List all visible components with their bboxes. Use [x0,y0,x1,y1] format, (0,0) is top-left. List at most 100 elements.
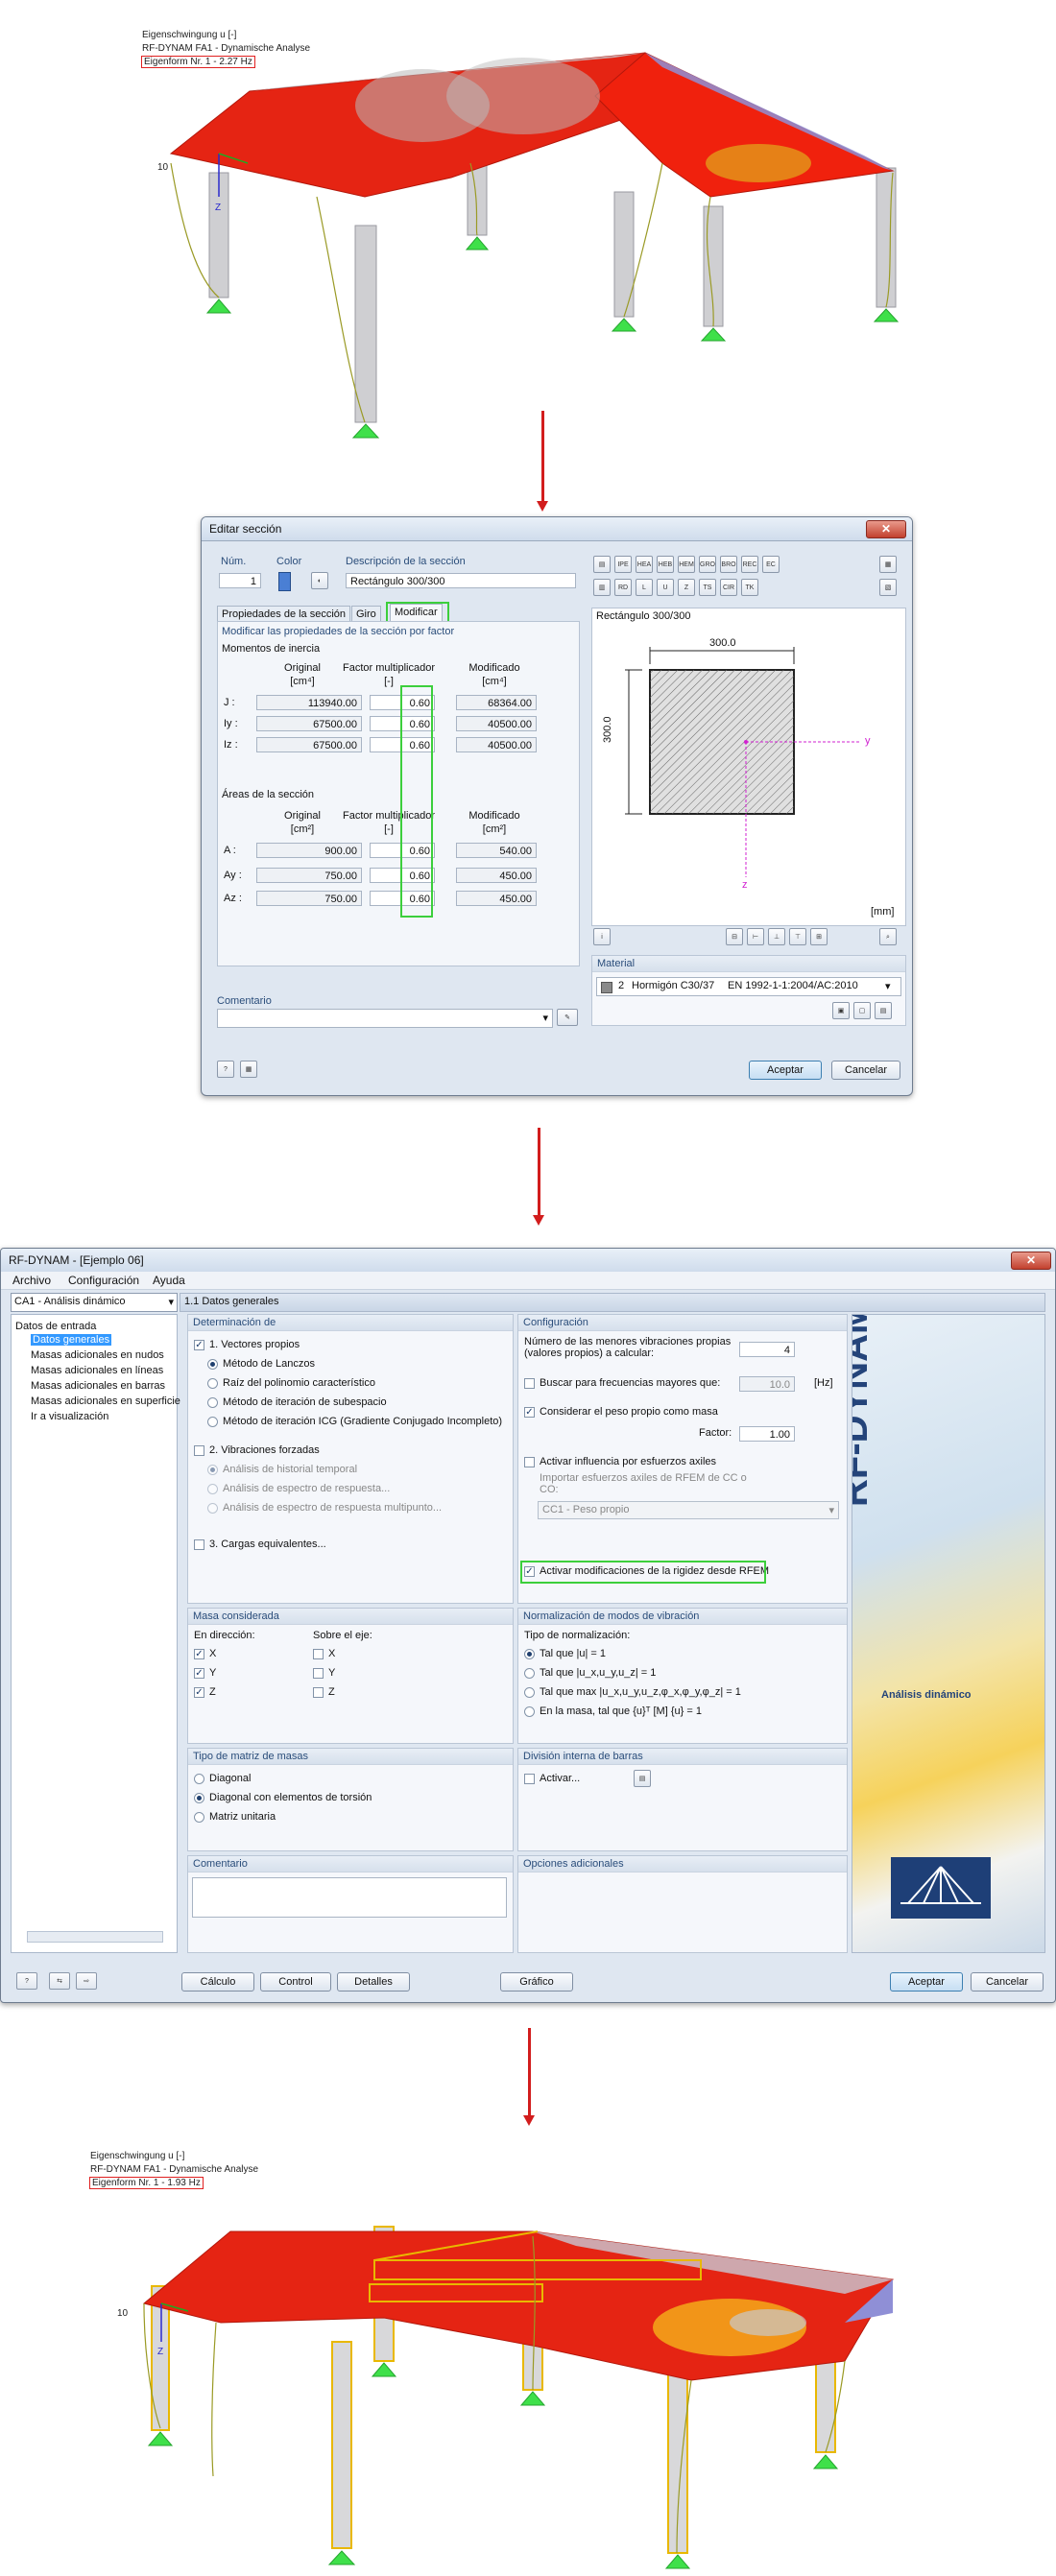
higher-freq-checkbox[interactable] [524,1378,535,1389]
cancel-button[interactable]: Cancelar [971,1972,1044,1992]
menu-help[interactable]: Ayuda [153,1274,185,1287]
bro-icon[interactable]: BRO [720,556,737,573]
axes-icon[interactable]: ⊥ [768,928,785,945]
subspace-radio[interactable] [207,1397,218,1408]
matrix-unit-radio[interactable] [194,1812,204,1823]
material-edit-icon[interactable]: ▤ [875,1002,892,1019]
color-swatch[interactable] [278,572,291,591]
circle-icon[interactable]: CIR [720,579,737,596]
close-button[interactable]: ✕ [866,520,906,538]
mass-y-checkbox[interactable]: ✓ [194,1668,204,1679]
comment-edit-icon[interactable]: ✎ [557,1009,578,1026]
stress-icon[interactable]: ⊤ [789,928,806,945]
details-button[interactable]: Detalles [337,1972,410,1992]
ec-icon[interactable]: EC [762,556,780,573]
dir-label: En dirección: [194,1630,255,1641]
control-button[interactable]: Control [260,1972,331,1992]
tab-properties[interactable]: Propiedades de la sección [217,606,351,621]
ipe-icon[interactable]: IPE [614,556,632,573]
norm-2-radio[interactable] [524,1668,535,1679]
comment-textarea[interactable] [192,1877,507,1918]
equivalent-loads-checkbox[interactable] [194,1539,204,1550]
tree-item-line-masses[interactable]: Masas adicionales en líneas [31,1365,163,1376]
gro-icon[interactable]: GRO [699,556,716,573]
tree-item-general-data[interactable]: Datos generales [31,1334,112,1346]
export-icon[interactable]: ⇨ [76,1972,97,1990]
tree-scrollbar[interactable] [27,1931,163,1943]
division-edit-icon[interactable]: ▤ [634,1770,651,1787]
menu-settings[interactable]: Configuración [68,1274,139,1287]
rot-y-checkbox[interactable] [313,1668,324,1679]
section-edit-icon[interactable]: ▦ [879,556,897,573]
rot-z-checkbox[interactable] [313,1687,324,1698]
norm-4-radio[interactable] [524,1706,535,1717]
help-icon[interactable]: ? [16,1972,37,1990]
rec-icon[interactable]: REC [741,556,758,573]
material-new-icon[interactable]: ▢ [853,1002,871,1019]
info-icon[interactable]: i [593,928,611,945]
import-select[interactable]: CC1 - Peso propio ▾ [538,1501,839,1519]
calculate-button[interactable]: Cálculo [181,1972,254,1992]
eigenvectors-checkbox[interactable]: ✓ [194,1340,204,1350]
factor-field[interactable]: 1.00 [739,1426,795,1442]
heb-icon[interactable]: HEB [657,556,674,573]
ts-icon[interactable]: TS [699,579,716,596]
close-button[interactable]: ✕ [1011,1252,1051,1270]
color-picker-icon[interactable]: ◐ [311,572,328,589]
multipoint-radio[interactable] [207,1503,218,1514]
ok-button[interactable]: Aceptar [749,1061,822,1080]
material-select[interactable]: 2 Hormigón C30/37 EN 1992-1-1:2004/AC:20… [596,977,901,996]
mass-z-checkbox[interactable]: ✓ [194,1687,204,1698]
dimension-icon[interactable]: ⊢ [747,928,764,945]
tree-root[interactable]: Datos de entrada [15,1321,96,1332]
lowest-label: Número de las menores vibraciones propia… [524,1336,732,1359]
polynomial-radio[interactable] [207,1378,218,1389]
hem-icon[interactable]: HEM [678,556,695,573]
material-library-icon[interactable]: ▣ [832,1002,850,1019]
mass-x-checkbox[interactable]: ✓ [194,1649,204,1659]
time-history-radio[interactable] [207,1465,218,1475]
rot-x-checkbox[interactable] [313,1649,324,1659]
library-save-icon[interactable]: ▥ [593,579,611,596]
tree-item-node-masses[interactable]: Masas adicionales en nudos [31,1349,164,1361]
tree-item-surface-masses[interactable]: Masas adicionales en superficie [31,1395,180,1407]
section-import-icon[interactable]: ▧ [879,579,897,596]
comment-input[interactable]: ▾ [217,1009,553,1028]
norm-1-radio[interactable] [524,1649,535,1659]
cancel-button[interactable]: Cancelar [831,1061,900,1080]
axial-checkbox[interactable] [524,1457,535,1467]
menu-file[interactable]: Archivo [12,1274,51,1287]
calculator-icon[interactable]: ▦ [240,1061,257,1078]
zoom-icon[interactable]: ⌕ [879,928,897,945]
response-spectrum-radio[interactable] [207,1484,218,1494]
case-select[interactable]: CA1 - Análisis dinámico ▾ [11,1293,178,1312]
higher-freq-field[interactable]: 10.0 [739,1376,795,1392]
desc-field[interactable]: Rectángulo 300/300 [346,573,576,588]
view-icon[interactable]: ⊟ [726,928,743,945]
library-open-icon[interactable]: ▤ [593,556,611,573]
ok-button[interactable]: Aceptar [890,1972,963,1992]
angle-icon[interactable]: L [636,579,653,596]
help-icon[interactable]: ? [217,1061,234,1078]
tk-icon[interactable]: TK [741,579,758,596]
channel-icon[interactable]: U [657,579,674,596]
hea-icon[interactable]: HEA [636,556,653,573]
import-icon[interactable]: ⇆ [49,1972,70,1990]
rd-icon[interactable]: RD [614,579,632,596]
tree-item-go-to-graphics[interactable]: Ir a visualización [31,1411,108,1422]
matrix-torsion-radio[interactable] [194,1793,204,1803]
matrix-diagonal-radio[interactable] [194,1774,204,1784]
forced-vibrations-checkbox[interactable] [194,1445,204,1456]
tab-rotation[interactable]: Giro [351,606,381,621]
selfweight-checkbox[interactable]: ✓ [524,1407,535,1418]
graphic-button[interactable]: Gráfico [500,1972,573,1992]
norm-3-radio[interactable] [524,1687,535,1698]
zsection-icon[interactable]: Z [678,579,695,596]
icg-radio[interactable] [207,1417,218,1427]
tree-item-member-masses[interactable]: Masas adicionales en barras [31,1380,165,1392]
num-field[interactable]: 1 [219,573,261,588]
lanczos-radio[interactable] [207,1359,218,1370]
lowest-field[interactable]: 4 [739,1342,795,1357]
division-checkbox[interactable] [524,1774,535,1784]
grid-icon[interactable]: ⊞ [810,928,828,945]
